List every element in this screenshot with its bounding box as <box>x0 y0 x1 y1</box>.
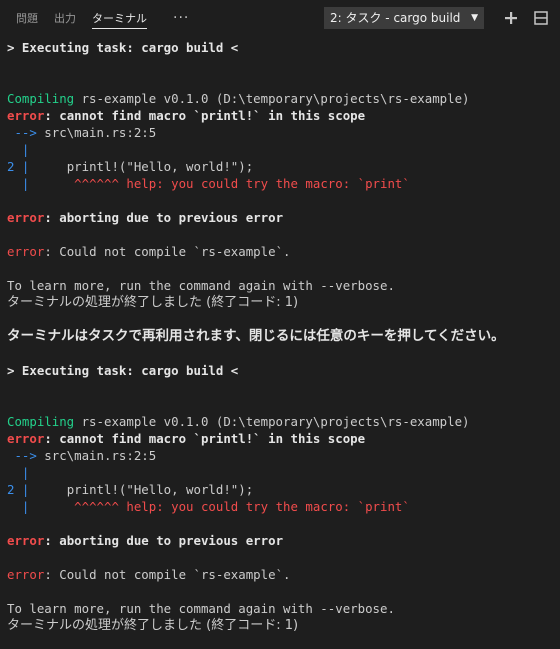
tab-problems[interactable]: 問題 <box>0 0 46 35</box>
error-line: error: cannot find macro `printl!` in th… <box>7 107 560 124</box>
error-message: : aborting due to previous error <box>44 210 284 225</box>
compiling-line: Compiling rs-example v0.1.0 (D:\temporar… <box>7 90 560 107</box>
tab-terminal[interactable]: ターミナル <box>84 0 155 35</box>
error-line: error: Could not compile `rs-example`. <box>7 566 560 583</box>
exit-code-line: ターミナルの処理が終了しました (終了コード: 1) <box>7 618 299 633</box>
split-icon[interactable] <box>530 7 552 29</box>
hint-text: ^^^^^^ help: you could try the macro: `p… <box>29 176 410 191</box>
arrow-marker: --> <box>7 125 37 140</box>
error-word: error <box>7 244 45 259</box>
error-word: error <box>7 533 45 548</box>
chevron-down-icon: ▼ <box>471 12 478 23</box>
more-actions-icon[interactable]: ··· <box>155 10 203 26</box>
gutter-pipe: | <box>7 176 30 191</box>
error-message: : aborting due to previous error <box>44 533 284 548</box>
error-word: error <box>7 108 45 123</box>
learn-more-line: To learn more, run the command again wit… <box>7 278 395 293</box>
code-line: 2 | printl!("Hello, world!"); <box>7 481 560 498</box>
compiling-word: Compiling <box>7 414 75 429</box>
error-word: error <box>7 210 45 225</box>
tab-output[interactable]: 出力 <box>46 0 84 35</box>
hint-line: | ^^^^^^ help: you could try the macro: … <box>7 175 560 192</box>
code-line: 2 | printl!("Hello, world!"); <box>7 158 560 175</box>
compiling-word: Compiling <box>7 91 75 106</box>
gutter-pipe: | <box>14 482 30 497</box>
terminal-output[interactable]: > Executing task: cargo build < Compilin… <box>0 35 560 649</box>
error-message: : Could not compile `rs-example`. <box>44 567 291 582</box>
error-message: : cannot find macro `printl!` in this sc… <box>44 431 366 446</box>
learn-more-line: To learn more, run the command again wit… <box>7 601 395 616</box>
panel-header: 問題 出力 ターミナル ··· 2: タスク - cargo build ▼ <box>0 0 560 35</box>
plus-icon[interactable] <box>500 7 522 29</box>
exit-code-line: ターミナルの処理が終了しました (終了コード: 1) <box>7 295 299 310</box>
reuse-notice-line: ターミナルはタスクで再利用されます、閉じるには任意のキーを押してください。 <box>7 328 505 344</box>
location-text: src\main.rs:2:5 <box>36 125 157 140</box>
error-word: error <box>7 431 45 446</box>
error-message: : cannot find macro `printl!` in this sc… <box>44 108 366 123</box>
terminal-selector[interactable]: 2: タスク - cargo build ▼ <box>324 6 484 29</box>
compiling-rest: rs-example v0.1.0 (D:\temporary\projects… <box>74 91 470 106</box>
code-text: printl!("Hello, world!"); <box>29 159 254 174</box>
gutter-pipe: | <box>7 499 30 514</box>
arrow-marker: --> <box>7 448 37 463</box>
terminal-selector-value: 2: タスク - cargo build <box>330 11 461 25</box>
error-line: error: aborting due to previous error <box>7 532 560 549</box>
error-line: error: aborting due to previous error <box>7 209 560 226</box>
location-text: src\main.rs:2:5 <box>36 448 157 463</box>
hint-line: | ^^^^^^ help: you could try the macro: … <box>7 498 560 515</box>
hint-text: ^^^^^^ help: you could try the macro: `p… <box>29 499 410 514</box>
compiling-rest: rs-example v0.1.0 (D:\temporary\projects… <box>74 414 470 429</box>
error-line: error: Could not compile `rs-example`. <box>7 243 560 260</box>
gutter-line: | <box>7 465 30 480</box>
exec-line: > Executing task: cargo build < <box>7 363 239 378</box>
exec-line: > Executing task: cargo build < <box>7 40 239 55</box>
error-word: error <box>7 567 45 582</box>
error-message: : Could not compile `rs-example`. <box>44 244 291 259</box>
location-line: --> src\main.rs:2:5 <box>7 124 560 141</box>
compiling-line: Compiling rs-example v0.1.0 (D:\temporar… <box>7 413 560 430</box>
gutter-line: | <box>7 142 30 157</box>
error-line: error: cannot find macro `printl!` in th… <box>7 430 560 447</box>
code-text: printl!("Hello, world!"); <box>29 482 254 497</box>
location-line: --> src\main.rs:2:5 <box>7 447 560 464</box>
gutter-pipe: | <box>14 159 30 174</box>
